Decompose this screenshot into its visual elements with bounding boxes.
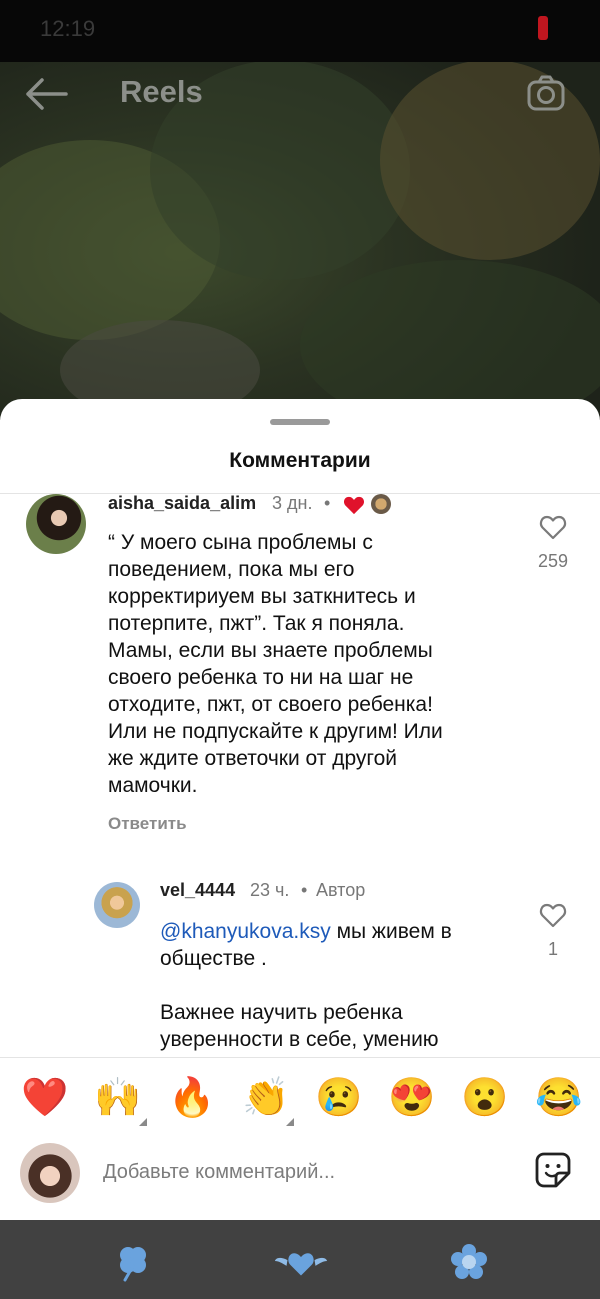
comment-input[interactable] bbox=[103, 1157, 503, 1187]
like-count: 259 bbox=[537, 551, 569, 571]
arrow-left-icon[interactable] bbox=[22, 76, 68, 112]
meta-separator: • bbox=[324, 494, 331, 513]
laughing-emoji[interactable]: 😂 bbox=[535, 1076, 582, 1120]
avatar[interactable] bbox=[94, 882, 140, 928]
battery-icon bbox=[538, 16, 548, 40]
heart-outline-icon[interactable] bbox=[539, 514, 567, 540]
sheet-title: Комментарии bbox=[229, 449, 371, 472]
winged-heart-icon[interactable] bbox=[272, 1242, 330, 1282]
like-count: 1 bbox=[547, 939, 558, 959]
flower-icon[interactable] bbox=[447, 1242, 491, 1282]
system-navigation-bar bbox=[0, 1220, 600, 1299]
comment-username[interactable]: aisha_saida_alim bbox=[108, 494, 256, 514]
fire-emoji[interactable]: 🔥 bbox=[168, 1076, 215, 1120]
comment-text: “ У моего сына проблемы с поведением, по… bbox=[108, 531, 443, 797]
avatar[interactable] bbox=[20, 1143, 80, 1203]
comment-username[interactable]: vel_4444 bbox=[160, 880, 235, 901]
page-title: Reels bbox=[120, 74, 203, 109]
status-time: 12:19 bbox=[40, 16, 96, 41]
surprised-emoji[interactable]: 😮 bbox=[461, 1076, 508, 1120]
clapping-emoji[interactable]: 👏 bbox=[242, 1076, 289, 1120]
meta-separator: • bbox=[301, 880, 308, 900]
clover-icon[interactable] bbox=[111, 1242, 155, 1282]
more-variants-indicator bbox=[286, 1118, 294, 1126]
raised-hands-emoji[interactable]: 🙌 bbox=[94, 1076, 141, 1120]
sticker-icon[interactable] bbox=[534, 1151, 572, 1189]
author-liked-avatar bbox=[371, 494, 391, 514]
mention-link[interactable]: @khanyukova.ksy bbox=[160, 920, 331, 943]
comment-time: 3 дн. bbox=[272, 494, 313, 513]
avatar[interactable] bbox=[26, 494, 86, 554]
heart-eyes-emoji[interactable]: 😍 bbox=[388, 1076, 435, 1120]
crying-emoji[interactable]: 😢 bbox=[315, 1076, 362, 1120]
heart-outline-icon[interactable] bbox=[539, 902, 567, 928]
more-variants-indicator bbox=[139, 1118, 147, 1126]
emoji-reaction-bar: ❤️ 🙌 🔥 👏 😢 😍 😮 😂 bbox=[0, 1057, 600, 1140]
comment-input-row bbox=[0, 1139, 600, 1220]
heart-icon bbox=[343, 496, 365, 515]
heart-emoji[interactable]: ❤️ bbox=[21, 1076, 68, 1120]
drag-handle[interactable] bbox=[270, 419, 330, 425]
reels-header: Reels bbox=[0, 62, 600, 126]
author-badge: Автор bbox=[316, 880, 366, 900]
comment-text: @khanyukova.ksy мы живем в обществе . Ва… bbox=[160, 918, 520, 1053]
comments-list[interactable]: aisha_saida_alim 3 дн. • “ У моего сына … bbox=[0, 494, 600, 1057]
reply-button[interactable]: Ответить bbox=[108, 814, 187, 834]
camera-icon[interactable] bbox=[526, 74, 566, 114]
comment-time: 23 ч. bbox=[250, 880, 290, 900]
status-bar: 12:19 bbox=[0, 0, 600, 62]
